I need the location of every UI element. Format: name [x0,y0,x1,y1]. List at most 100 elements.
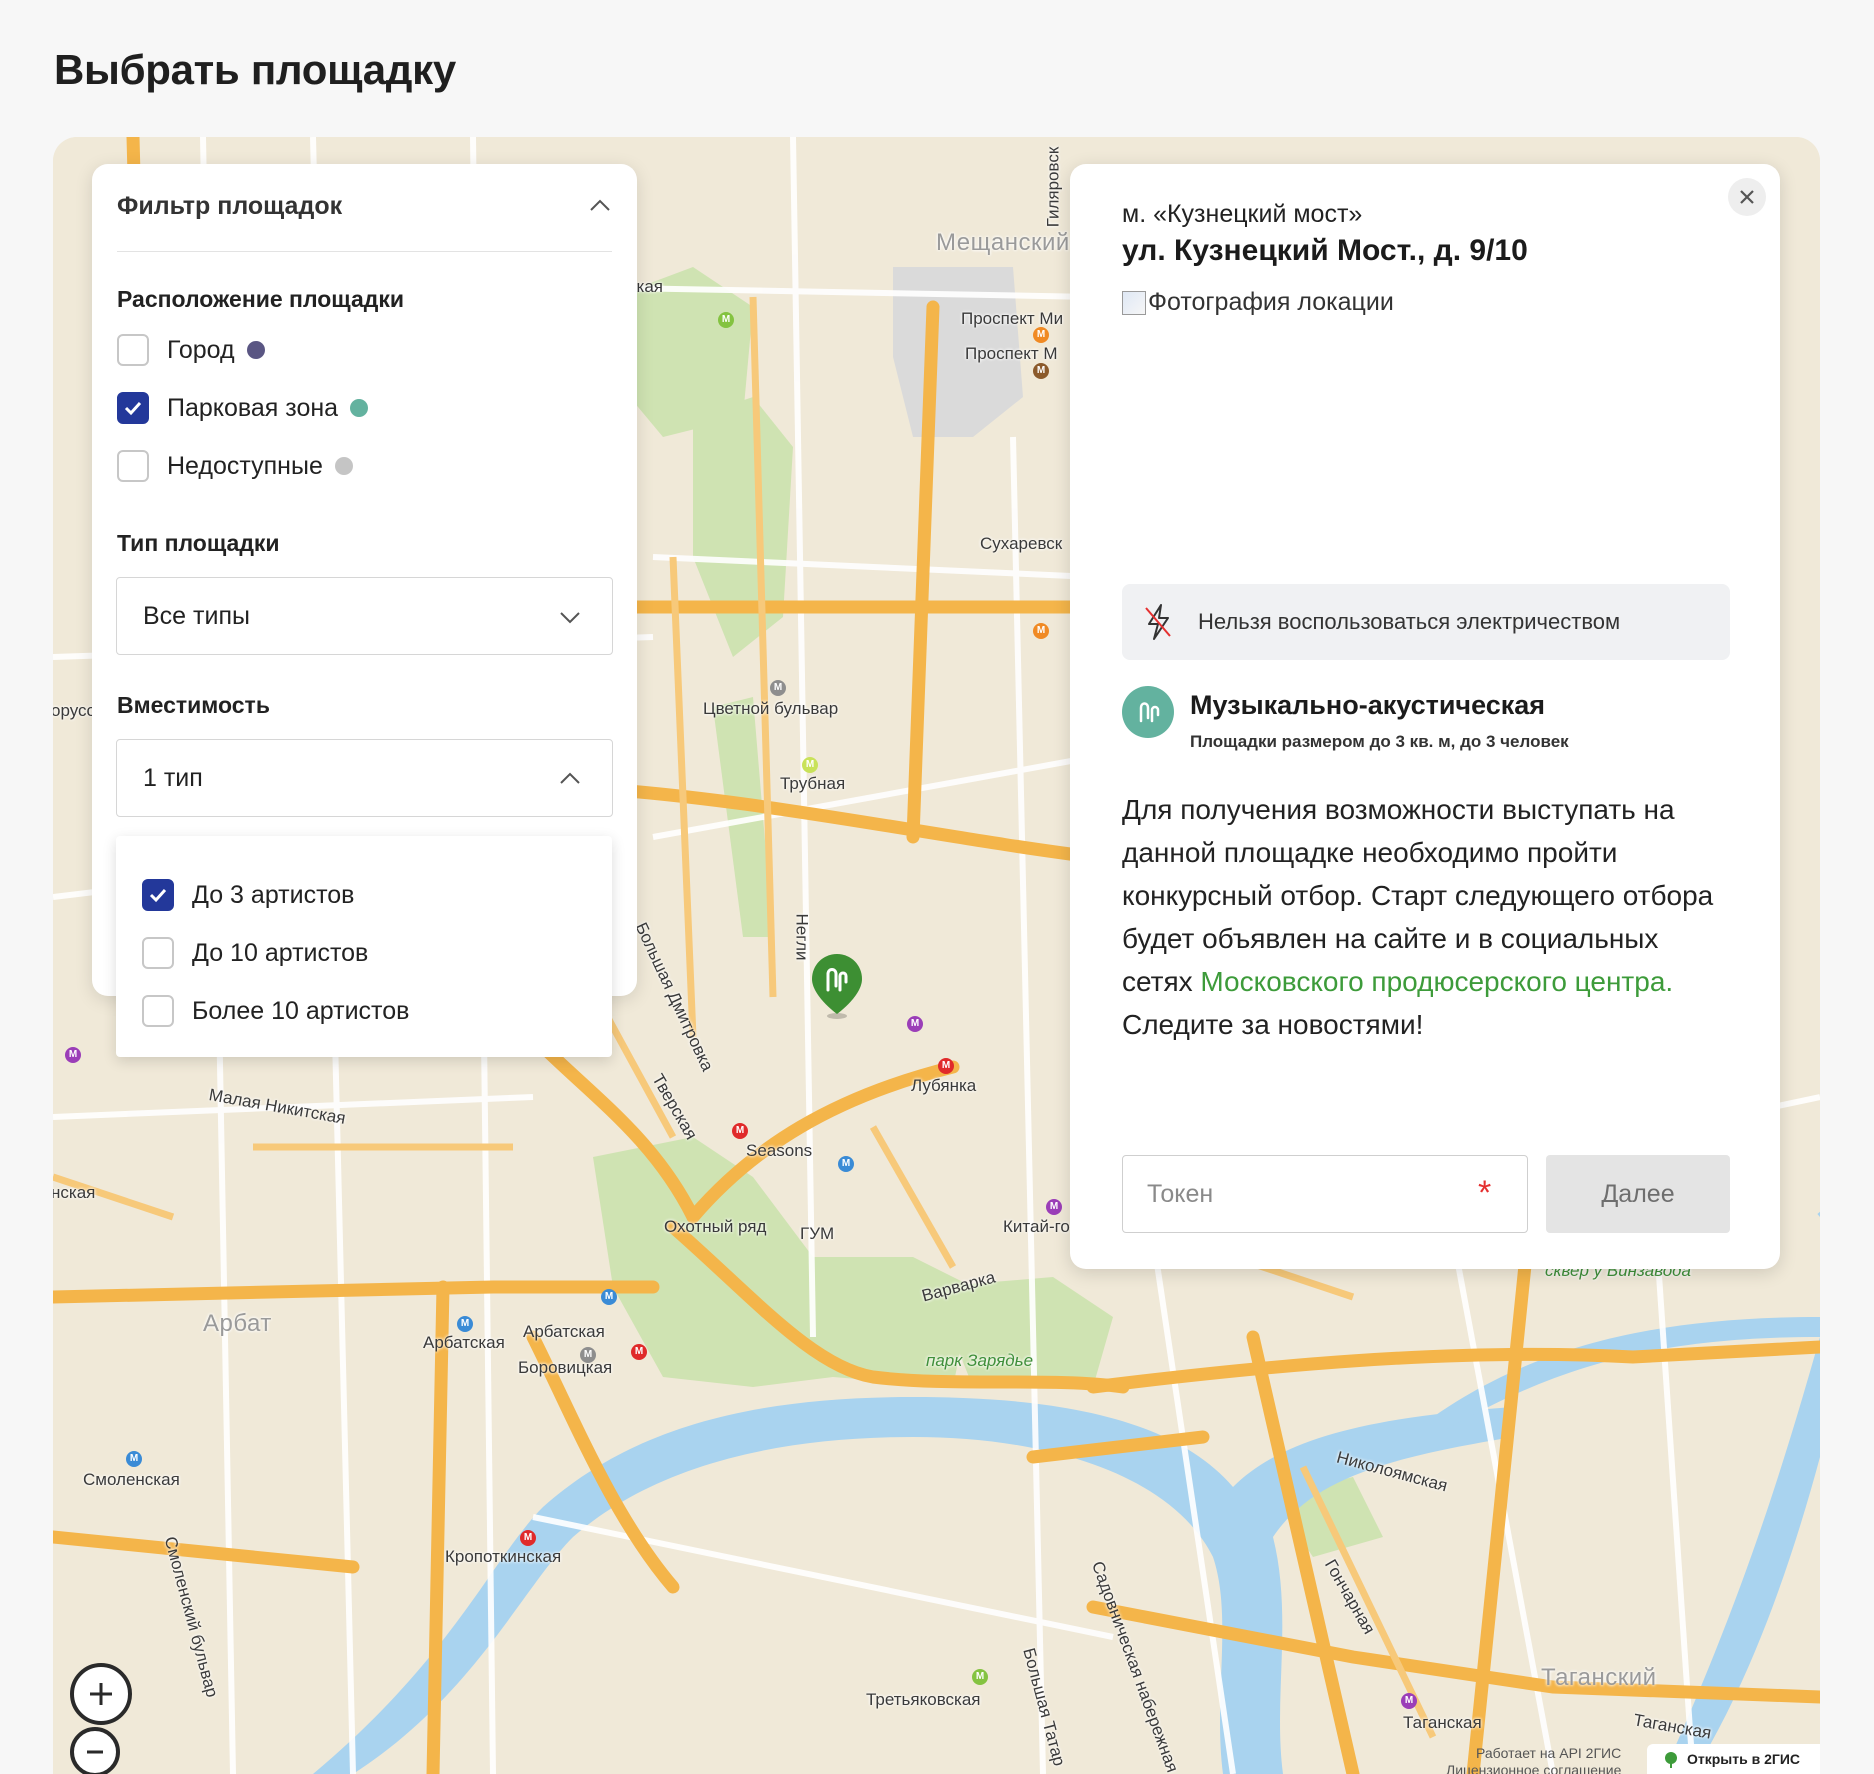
capacity-option-10[interactable]: До 10 артистов [142,937,368,969]
minus-icon [87,1750,103,1754]
map-label-arbatskaya-2: Арбатская [523,1322,605,1341]
metro-icon: M [457,1316,473,1332]
metro-icon: M [1033,327,1049,343]
open-in-2gis-button[interactable]: Открыть в 2ГИС [1646,1744,1820,1774]
electricity-notice: Нельзя воспользоваться электричеством [1122,584,1730,660]
type-select[interactable]: Все типы [116,577,613,655]
metro-icon: M [1401,1693,1417,1709]
close-button[interactable] [1728,178,1766,216]
required-asterisk: * [1478,1174,1492,1212]
map-label-seasons: Seasons [746,1141,813,1160]
chevron-down-icon [560,612,580,624]
location-address: ул. Кузнецкий Мост., д. 9/10 [1122,234,1528,267]
producer-center-link[interactable]: Московского продюсерского центра. [1200,966,1673,997]
map-attribution-license[interactable]: Лицензионное соглашение [1446,1762,1621,1774]
metro-icon: M [520,1530,536,1546]
map-attribution-api[interactable]: Работает на API 2ГИС [1476,1745,1621,1761]
capacity-select-value: 1 тип [143,763,203,792]
map-label-trubnaya: Трубная [780,774,846,793]
capacity-option-label: До 3 артистов [192,880,355,909]
metro-icon: M [838,1156,854,1172]
metro-icon: M [972,1669,988,1685]
next-button[interactable]: Далее [1546,1155,1730,1233]
filter-option-label: Парковая зона [167,393,339,422]
metro-icon: M [631,1344,647,1360]
location-metro: м. «Кузнецкий мост» [1122,200,1363,228]
checkmark-icon [124,401,142,416]
map-label-arbat: Арбат [203,1310,272,1337]
capacity-dropdown: До 3 артистов До 10 артистов Более 10 ар… [116,836,612,1057]
filter-option-label: Город [167,335,235,364]
type-name: Музыкально-акустическая [1190,690,1546,720]
type-select-value: Все типы [143,601,250,630]
page-title: Выбрать площадку [54,46,456,93]
checkbox-checked[interactable] [117,392,149,424]
token-input[interactable] [1122,1155,1528,1233]
map-label-tsvetnoy: Цветной бульвар [703,699,839,718]
chevron-up-icon [560,772,580,784]
map-label-borovitskaya: Боровицкая [518,1358,613,1377]
capacity-section-title: Вместимость [117,692,270,718]
capacity-option-3[interactable]: До 3 артистов [142,879,354,911]
map-label-prospekt-mira: Проспект Ми [961,309,1064,328]
map-label-kitay-gorod: Китай-го [1003,1217,1070,1236]
metro-icon: M [1046,1199,1062,1215]
metro-icon: M [770,680,786,696]
metro-icon: M [907,1016,923,1032]
checkmark-icon [149,888,167,903]
checkbox[interactable] [117,450,149,482]
location-description: Для получения возможности выступать на д… [1122,788,1732,1046]
map-label-tagansky: Таганский [1541,1664,1657,1691]
filter-option-label: Недоступные [167,451,323,480]
city-dot-icon [246,341,265,359]
map-label-taganskaya: Таганская [1403,1713,1482,1732]
type-section-title: Тип площадки [117,530,280,556]
type-badge [1122,686,1174,738]
zoom-out-button[interactable] [70,1727,120,1774]
capacity-option-label: До 10 артистов [192,938,369,967]
map-label-lubyanka: Лубянка [911,1076,977,1095]
electricity-notice-text: Нельзя воспользоваться электричеством [1198,609,1621,634]
chevron-up-icon[interactable] [588,194,612,218]
filter-title: Фильтр площадок [117,192,343,220]
map-label-tretyakovskaya: Третьяковская [866,1690,981,1709]
filter-option-park[interactable]: Парковая зона [117,392,369,424]
capacity-select[interactable]: 1 тип [116,739,613,817]
map-label-gilyarovskogo: Гиляровск [1043,146,1063,228]
map-label-left-street: нская [53,1183,96,1202]
open-in-2gis-label: Открыть в 2ГИС [1686,1751,1800,1767]
plus-icon [90,1683,112,1705]
map-label-meshchansky: Мещанский [936,229,1070,256]
map-label-zaryadye: парк Зарядье [926,1351,1034,1370]
map-label-left-street-2: орусс [53,701,96,720]
filter-option-city[interactable]: Город [117,334,265,366]
map-label-gum: ГУМ [800,1224,835,1243]
description-suffix: Следите за новостями! [1122,1009,1424,1040]
unavailable-dot-icon [334,457,353,475]
checkbox[interactable] [142,937,174,969]
metro-icon: M [580,1347,596,1363]
venue-pin-icon[interactable] [809,952,865,1022]
no-electricity-icon [1145,604,1171,640]
zoom-in-button[interactable] [70,1663,132,1725]
metro-icon: M [1033,363,1049,379]
checkbox-checked[interactable] [142,879,174,911]
filter-option-unavailable[interactable]: Недоступные [117,450,353,482]
map-label-okhotny: Охотный ряд [664,1217,767,1236]
map-label-kropotkinskaya: Кропоткинская [445,1547,562,1566]
tree-icon [1664,1752,1677,1768]
filter-header[interactable]: Фильтр площадок [117,192,612,252]
metro-icon: M [802,757,818,773]
capacity-option-more-10[interactable]: Более 10 артистов [142,995,409,1027]
checkbox[interactable] [117,334,149,366]
location-photo-alt: Фотография локации [1148,288,1394,316]
acoustic-music-icon [1139,702,1160,723]
map-label-arbatskaya: Арбатская [423,1333,505,1352]
location-section-title: Расположение площадки [117,286,405,312]
metro-icon: M [65,1047,81,1063]
location-card: м. «Кузнецкий мост» ул. Кузнецкий Мост.,… [1070,164,1780,1269]
location-photo: Фотография локации [1122,288,1394,317]
map-label-smolenskaya: Смоленская [83,1470,180,1489]
capacity-option-label: Более 10 артистов [192,996,410,1025]
checkbox[interactable] [142,995,174,1027]
